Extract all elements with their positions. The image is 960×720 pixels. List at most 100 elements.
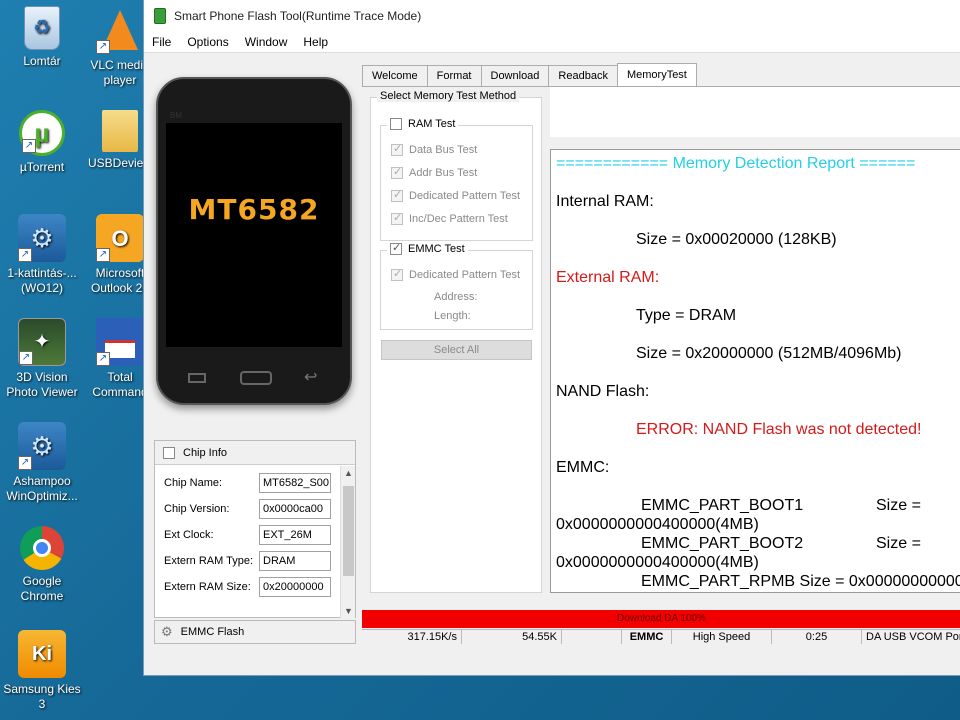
extern-ram-size-field[interactable]: 0x20000000: [259, 577, 331, 597]
desktop-icon-ashampoo[interactable]: ⚙ ↗ Ashampoo WinOptimiz...: [0, 422, 84, 504]
report-boot2-size-label: Size =: [876, 535, 921, 552]
utorrent-icon: µ ↗: [19, 110, 65, 156]
status-blank: [562, 630, 622, 644]
desktop-icon-chrome[interactable]: Google Chrome: [0, 526, 84, 604]
chip-info-body: Chip Name: MT6582_S00 Chip Version: 0x00…: [155, 466, 341, 618]
tab-welcome[interactable]: Welcome: [362, 65, 428, 86]
emmc-test-group: EMMC Test Dedicated Pattern Test Address…: [380, 241, 533, 330]
status-speed: 317.15K/s: [362, 630, 462, 644]
report-boot1-name: EMMC_PART_BOOT1: [641, 497, 804, 514]
menu-file[interactable]: File: [144, 35, 179, 49]
report-external-size: Size = 0x20000000 (512MB/4096Mb): [636, 345, 902, 362]
phone-home-button: [240, 371, 272, 385]
chip-model-label: MT6582: [188, 193, 320, 226]
window-title: Smart Phone Flash Tool(Runtime Trace Mod…: [174, 8, 422, 23]
emmc-dedicated-pattern-checkbox[interactable]: [391, 267, 403, 281]
addr-bus-test-checkbox[interactable]: [391, 165, 403, 179]
method-group-title: Select Memory Test Method: [377, 90, 520, 102]
emmc-test-checkbox[interactable]: [390, 241, 402, 255]
chip-info-row: Chip Version: 0x0000ca00: [155, 496, 341, 522]
option-label: Data Bus Test: [409, 144, 478, 156]
status-size: 54.55K: [462, 630, 562, 644]
chip-info-row: Chip Name: MT6582_S00: [155, 470, 341, 496]
addr-bus-test-option[interactable]: Addr Bus Test: [391, 165, 478, 179]
option-label: Addr Bus Test: [409, 167, 478, 179]
scroll-up-icon[interactable]: ▲: [344, 468, 353, 478]
phone-illustration: BM MT6582 ↩: [156, 77, 352, 405]
menu-help[interactable]: Help: [295, 35, 336, 49]
gear-icon: ⚙: [161, 624, 173, 639]
extern-ram-type-field[interactable]: DRAM: [259, 551, 331, 571]
report-internal-ram: Internal RAM:: [556, 193, 654, 210]
desktop-icon-label: 3D Vision Photo Viewer: [6, 370, 78, 399]
info-icon: [163, 446, 175, 459]
emmc-test-label: EMMC Test: [408, 243, 465, 255]
inc-dec-pattern-checkbox[interactable]: [391, 211, 403, 225]
emmc-flash-panel[interactable]: ⚙ EMMC Flash: [154, 620, 356, 644]
desktop-icon-recycle-bin[interactable]: ♻ Lomtár: [0, 6, 84, 69]
menu-window[interactable]: Window: [237, 35, 296, 49]
folder-icon: [102, 110, 138, 152]
chip-info-title: Chip Info: [183, 446, 228, 459]
status-elapsed-time: 0:25: [772, 630, 862, 644]
menu-bar: File Options Window Help: [144, 31, 960, 53]
desktop-icon-label: Lomtár: [23, 54, 61, 68]
extern-ram-size-label: Extern RAM Size:: [164, 581, 251, 593]
flash-tool-window: Smart Phone Flash Tool(Runtime Trace Mod…: [143, 0, 960, 676]
chrome-icon: [20, 526, 64, 570]
chip-info-row: Extern RAM Type: DRAM: [155, 548, 341, 574]
emmc-test-header[interactable]: EMMC Test: [387, 241, 468, 255]
desktop-icon-utorrent[interactable]: µ ↗ µTorrent: [0, 110, 84, 175]
emmc-dedicated-pattern-option[interactable]: Dedicated Pattern Test: [391, 267, 521, 281]
memory-report[interactable]: ============ Memory Detection Report ===…: [550, 149, 960, 593]
report-boot1-size: 0x0000000000400000(4MB): [556, 516, 759, 533]
title-bar[interactable]: Smart Phone Flash Tool(Runtime Trace Mod…: [144, 0, 960, 31]
tab-format[interactable]: Format: [426, 65, 482, 86]
inc-dec-pattern-option[interactable]: Inc/Dec Pattern Test: [391, 211, 508, 225]
ext-clock-field[interactable]: EXT_26M: [259, 525, 331, 545]
tab-readback[interactable]: Readback: [548, 65, 618, 86]
report-emmc: EMMC:: [556, 459, 610, 476]
chip-version-field[interactable]: 0x0000ca00: [259, 499, 331, 519]
report-boot1-size-label: Size =: [876, 497, 921, 514]
menu-options[interactable]: Options: [179, 35, 236, 49]
status-bar: 317.15K/s 54.55K EMMC High Speed 0:25 DA…: [362, 629, 960, 644]
desktop-icon-samsung-kies[interactable]: Ki Samsung Kies 3: [0, 630, 84, 712]
memory-test-method-group: Select Memory Test Method RAM Test Data …: [370, 90, 542, 593]
desktop-icon-label: Google Chrome: [20, 574, 64, 603]
extern-ram-type-label: Extern RAM Type:: [164, 555, 254, 567]
ram-dedicated-pattern-checkbox[interactable]: [391, 188, 403, 202]
report-nand: NAND Flash:: [556, 383, 650, 400]
ram-test-header[interactable]: RAM Test: [387, 118, 459, 130]
chip-info-scrollbar[interactable]: ▲ ▼: [340, 466, 355, 618]
scroll-down-icon[interactable]: ▼: [344, 606, 353, 616]
report-external-ram: External RAM:: [556, 269, 660, 286]
option-label: Dedicated Pattern Test: [409, 269, 521, 281]
chip-info-header[interactable]: Chip Info: [155, 441, 355, 465]
tab-download[interactable]: Download: [480, 65, 550, 86]
report-nand-error: ERROR: NAND Flash was not detected!: [636, 421, 922, 438]
ram-test-checkbox[interactable]: [390, 118, 402, 130]
gear-shield-icon: ⚙ ↗: [18, 422, 66, 470]
status-storage-type: EMMC: [622, 630, 672, 644]
data-bus-test-checkbox[interactable]: [391, 142, 403, 156]
option-label: Inc/Dec Pattern Test: [409, 213, 508, 225]
desktop-icon-3d-vision[interactable]: ✦ ↗ 3D Vision Photo Viewer: [0, 318, 84, 400]
tab-memorytest[interactable]: MemoryTest: [616, 63, 697, 86]
chip-info-row: Extern RAM Size: 0x20000000: [155, 574, 341, 600]
data-bus-test-option[interactable]: Data Bus Test: [391, 142, 478, 156]
option-label: Dedicated Pattern Test: [409, 190, 521, 202]
gear-shield-icon: ⚙ ↗: [18, 214, 66, 262]
report-boot2-size: 0x0000000000400000(4MB): [556, 554, 759, 571]
length-label: Length:: [434, 310, 471, 322]
report-internal-size: Size = 0x00020000 (128KB): [636, 231, 837, 248]
scroll-thumb[interactable]: [343, 486, 354, 576]
phone-brand: BM: [170, 111, 182, 120]
desktop-icon-wo12[interactable]: ⚙ ↗ 1-kattintás-... (WO12): [0, 214, 84, 296]
floppy-icon: ↗: [96, 318, 144, 366]
ram-dedicated-pattern-option[interactable]: Dedicated Pattern Test: [391, 188, 521, 202]
report-rpmb: EMMC_PART_RPMB Size = 0x000000000004: [641, 573, 960, 590]
chip-name-field[interactable]: MT6582_S00: [259, 473, 331, 493]
select-all-button[interactable]: Select All: [381, 340, 532, 360]
chip-name-label: Chip Name:: [164, 477, 223, 489]
